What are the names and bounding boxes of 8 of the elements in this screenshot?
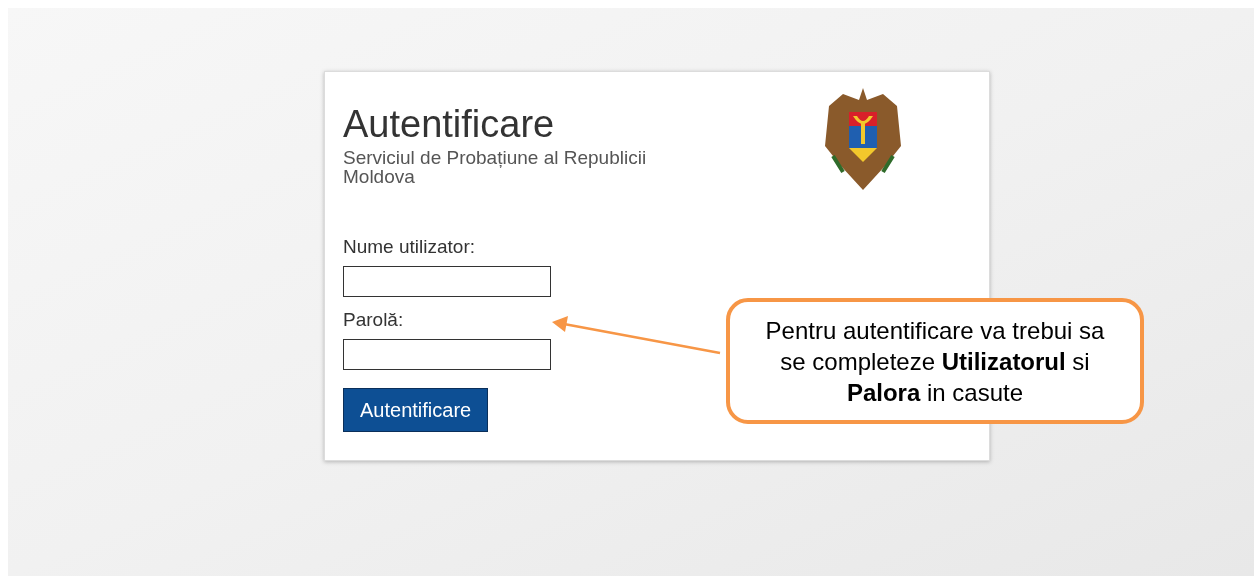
field-label: Parolă: — [343, 309, 404, 331]
input-field[interactable] — [343, 266, 551, 297]
login-title: Autentificare — [343, 102, 556, 146]
callout-text: Pentru autentificare va trebui sa se completeze Utilizatorul si Palora in casute — [764, 315, 1106, 408]
login-button[interactable]: Autentificare — [343, 388, 489, 432]
input-field[interactable] — [343, 339, 551, 370]
login-subtitle: Serviciul de Probațiune al Republicii Moldova — [343, 148, 648, 186]
field-label: Nume utilizator: — [343, 236, 475, 258]
